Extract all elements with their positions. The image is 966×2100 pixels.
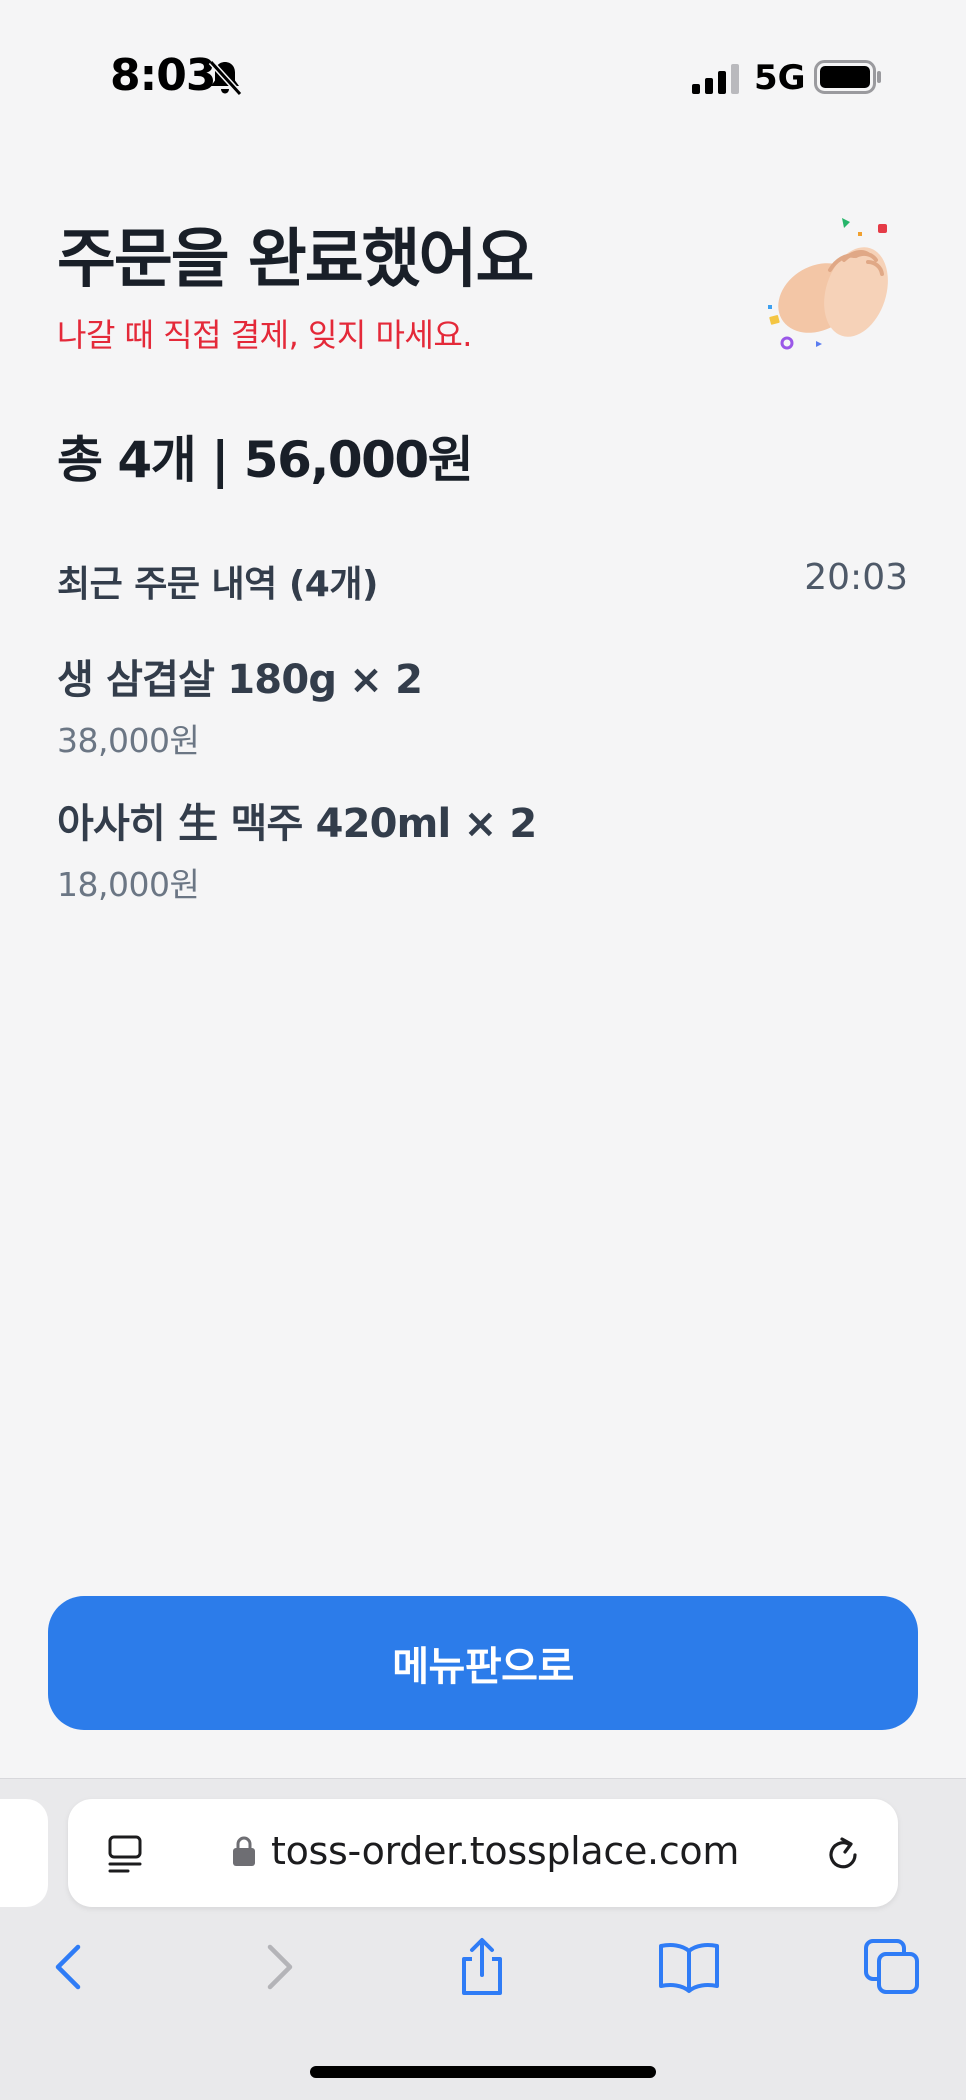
bell-muted-icon [208, 59, 243, 97]
order-item-price: 38,000원 [57, 721, 200, 760]
reload-icon[interactable] [822, 1833, 864, 1875]
share-icon[interactable] [452, 1937, 512, 1997]
battery-icon [814, 60, 881, 94]
order-item-price: 18,000원 [57, 865, 200, 904]
order-item: 아사히 生 맥주 420ml × 2 18,000원 [57, 800, 537, 906]
order-item-name: 생 삼겹살 180g × 2 [57, 657, 423, 703]
status-time: 8:03 [110, 50, 216, 101]
network-label: 5G [754, 58, 806, 98]
clapping-hands-icon [768, 218, 888, 350]
order-item: 생 삼겹살 180g × 2 38,000원 [57, 656, 423, 762]
back-icon[interactable] [40, 1937, 100, 1997]
previous-tab-preview[interactable] [0, 1799, 48, 1907]
recent-history-label: 최근 주문 내역 (4개) [57, 564, 378, 605]
forward-icon[interactable] [248, 1937, 308, 1997]
page-title: 주문을 완료했어요 [57, 223, 534, 297]
signal-icon [692, 64, 739, 94]
bookmarks-icon[interactable] [656, 1937, 722, 1997]
back-to-menu-button[interactable]: 메뉴판으로 [48, 1596, 918, 1730]
home-indicator [310, 2066, 656, 2078]
address-bar[interactable]: toss-order.tossplace.com [68, 1799, 898, 1907]
tabs-icon[interactable] [862, 1937, 922, 1997]
order-total: 총 4개 | 56,000원 [57, 431, 474, 489]
status-bar: 8:03 5G [0, 0, 966, 150]
lock-icon [233, 1836, 255, 1866]
order-item-name: 아사히 生 맥주 420ml × 2 [57, 801, 537, 847]
page-menu-icon[interactable] [106, 1833, 148, 1875]
payment-reminder: 나갈 때 직접 결제, 잊지 마세요. [57, 316, 472, 354]
url-text[interactable]: toss-order.tossplace.com [271, 1829, 739, 1873]
browser-toolbar: toss-order.tossplace.com [0, 1778, 966, 2100]
order-complete-page: 8:03 5G 주문을 완료했어요 나갈 때 직접 결제, 잊지 마세요. 총 … [0, 0, 966, 2100]
recent-history-time: 20:03 [804, 557, 908, 598]
